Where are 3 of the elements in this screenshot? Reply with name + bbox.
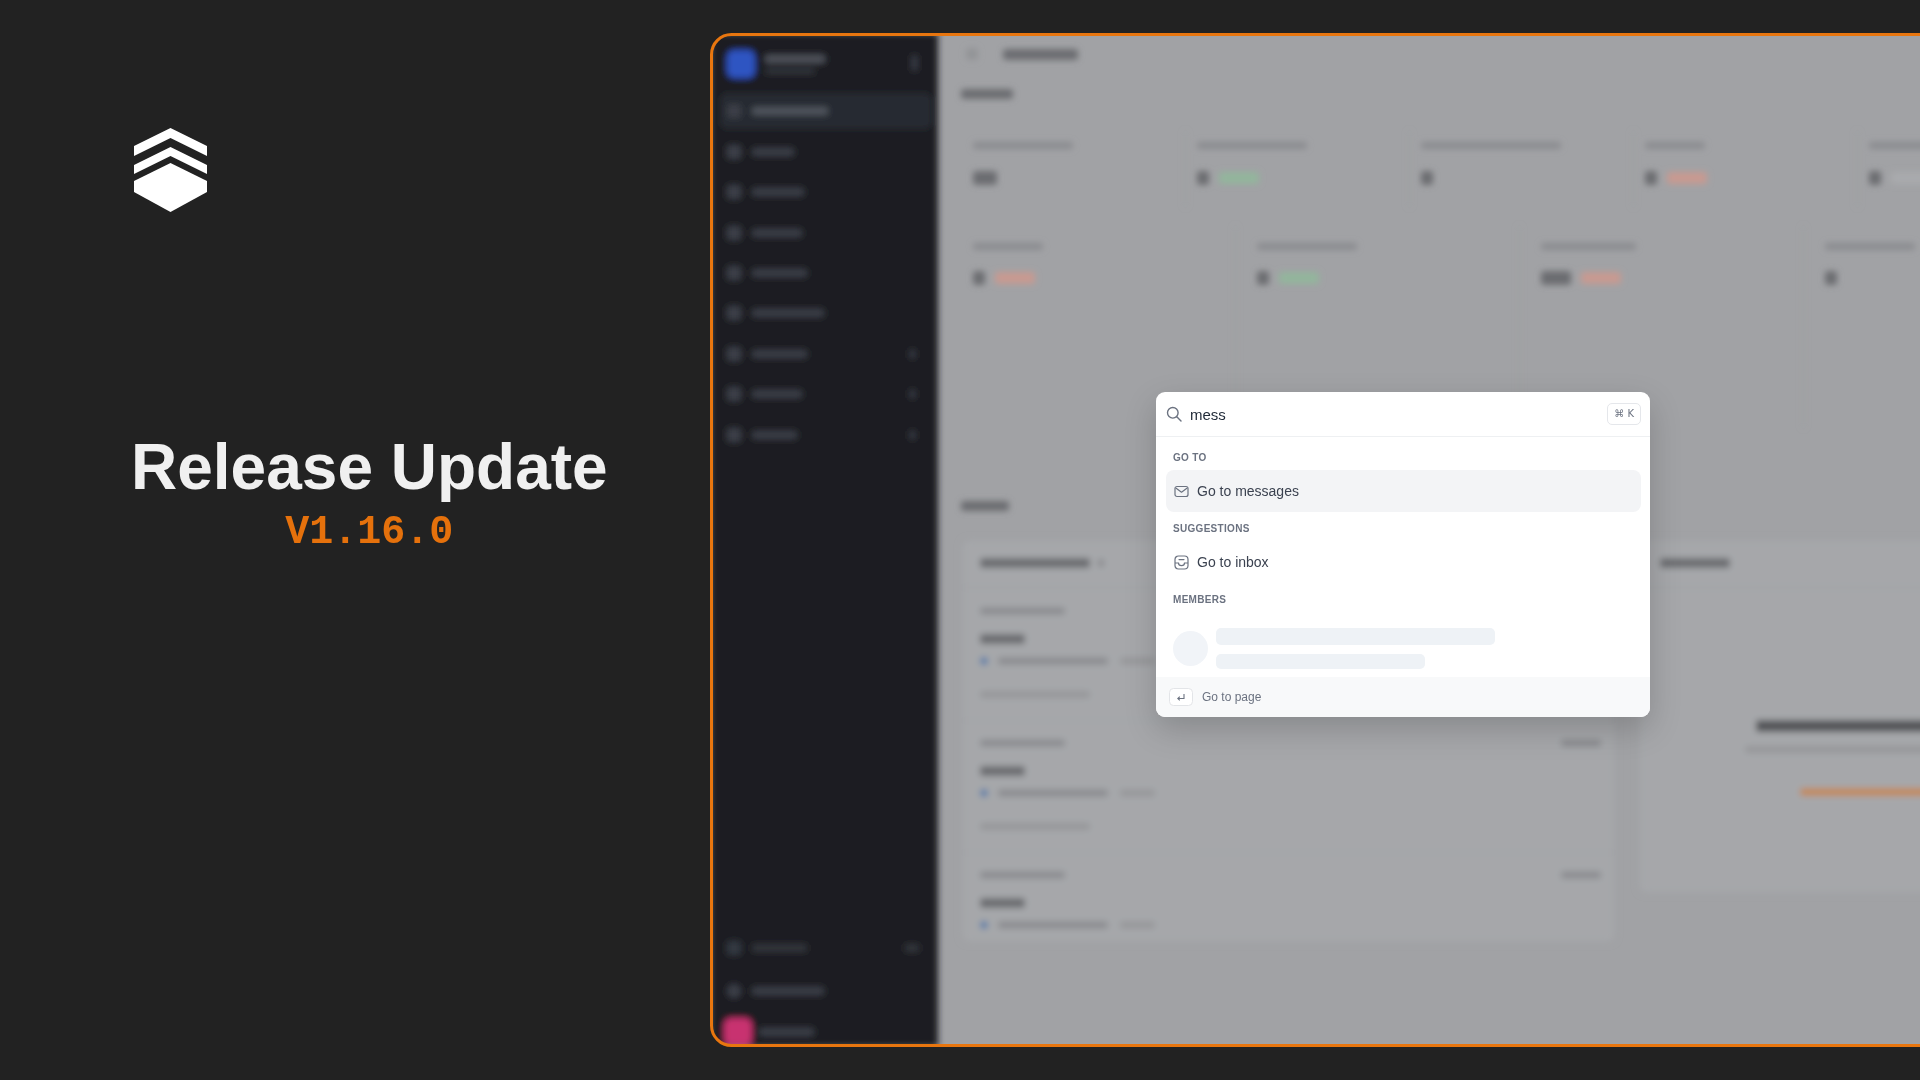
version-number: V1.16.0 [285, 509, 454, 557]
keyboard-shortcut: ⌘ K [1607, 403, 1641, 425]
release-title: Release Update [131, 432, 608, 502]
